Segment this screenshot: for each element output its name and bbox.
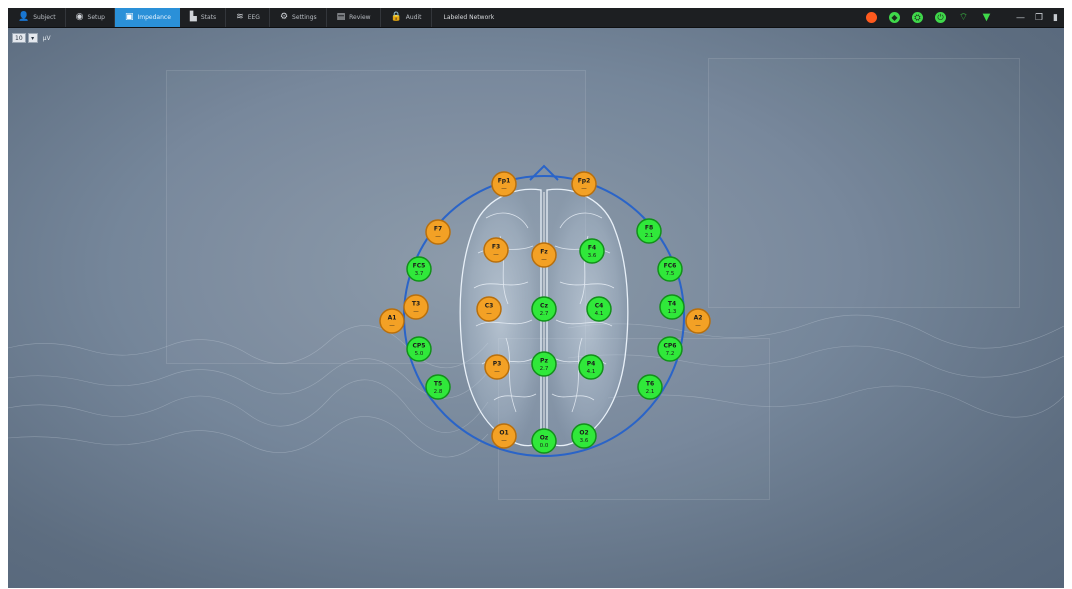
electrode-t5[interactable]: T52.8 — [425, 374, 451, 400]
electrode-impedance: 2.1 — [646, 389, 655, 395]
electrode-label: FC6 — [664, 263, 677, 270]
electrode-a1[interactable]: A1— — [379, 308, 405, 334]
electrode-c4[interactable]: C44.1 — [586, 296, 612, 322]
electrode-label: F7 — [434, 226, 442, 233]
electrode-label: T6 — [646, 381, 654, 388]
electrode-fc5[interactable]: FC53.7 — [406, 256, 432, 282]
electrode-label: C3 — [485, 303, 494, 310]
electrode-impedance: — — [389, 323, 395, 329]
electrode-label: Cz — [540, 303, 548, 310]
electrode-p4[interactable]: P44.1 — [578, 354, 604, 380]
electrode-impedance: — — [501, 438, 507, 444]
electrode-impedance: — — [493, 252, 499, 258]
electrode-c3[interactable]: C3— — [476, 296, 502, 322]
electrode-t6[interactable]: T62.1 — [637, 374, 663, 400]
electrode-montage: Fp1—Fp2—F7—F3— Fz—F43.6F82.1FC53.7FC67.5T… — [379, 164, 711, 457]
electrode-impedance: — — [413, 309, 419, 315]
electrode-t3[interactable]: T3— — [403, 294, 429, 320]
electrode-impedance: 4.1 — [587, 369, 596, 375]
electrode-f4[interactable]: F43.6 — [579, 238, 605, 264]
electrode-fz[interactable]: Fz— — [531, 242, 557, 268]
electrode-label: P3 — [493, 361, 502, 368]
electrode-impedance: 4.1 — [595, 311, 604, 317]
electrode-a2[interactable]: A2— — [685, 308, 711, 334]
electrode-t4[interactable]: T41.3 — [659, 294, 685, 320]
electrode-label: CP5 — [413, 343, 426, 350]
electrode-label: P4 — [587, 361, 596, 368]
electrode-pz[interactable]: Pz2.7 — [531, 351, 557, 377]
electrode-f3[interactable]: F3— — [483, 237, 509, 263]
electrode-label: O1 — [499, 430, 508, 437]
electrode-p3[interactable]: P3— — [484, 354, 510, 380]
electrode-label: A1 — [388, 315, 397, 322]
electrode-label: C4 — [595, 303, 604, 310]
electrode-oz[interactable]: Oz0.0 — [531, 428, 557, 454]
electrode-impedance: 1.3 — [668, 309, 677, 315]
electrode-impedance: — — [494, 369, 500, 375]
electrode-impedance: 3.6 — [580, 438, 589, 444]
electrode-impedance: 2.8 — [434, 389, 443, 395]
electrode-label: CP6 — [664, 343, 677, 350]
electrode-f8[interactable]: F82.1 — [636, 218, 662, 244]
electrode-cp6[interactable]: CP67.2 — [657, 336, 683, 362]
electrode-label: O2 — [579, 430, 588, 437]
app-window: 👤 Subject ◉ Setup ▣ Impedance ▙ Stats ≋ … — [8, 8, 1064, 588]
electrode-label: Fp1 — [498, 178, 511, 185]
electrode-label: F4 — [588, 245, 596, 252]
electrode-impedance: 5.0 — [415, 351, 424, 357]
electrode-impedance: 2.7 — [540, 366, 549, 372]
electrode-cz[interactable]: Cz2.7 — [531, 296, 557, 322]
electrode-impedance: 2.1 — [645, 233, 654, 239]
electrode-impedance: 2.7 — [540, 311, 549, 317]
electrode-fp1[interactable]: Fp1— — [491, 171, 517, 197]
electrode-label: Fp2 — [578, 178, 591, 185]
electrode-impedance: — — [695, 323, 701, 329]
electrode-impedance: 3.7 — [415, 271, 424, 277]
electrode-impedance: — — [435, 234, 441, 240]
electrode-impedance: — — [541, 257, 547, 263]
electrode-impedance: 7.5 — [666, 271, 675, 277]
electrode-label: F8 — [645, 225, 653, 232]
electrode-group: Fp1—Fp2—F7—F3— Fz—F43.6F82.1FC53.7FC67.5T… — [379, 171, 711, 454]
electrode-label: FC5 — [413, 263, 426, 270]
electrode-label: T5 — [434, 381, 442, 388]
electrode-cp5[interactable]: CP55.0 — [406, 336, 432, 362]
electrode-impedance: 3.6 — [588, 253, 597, 259]
electrode-o1[interactable]: O1— — [491, 423, 517, 449]
electrode-label: Oz — [540, 435, 549, 442]
electrode-label: Fz — [540, 249, 548, 256]
electrode-label: T4 — [668, 301, 676, 308]
electrode-fp2[interactable]: Fp2— — [571, 171, 597, 197]
electrode-impedance: — — [486, 311, 492, 317]
electrode-impedance: 7.2 — [666, 351, 675, 357]
electrode-fc6[interactable]: FC67.5 — [657, 256, 683, 282]
electrode-f7[interactable]: F7— — [425, 219, 451, 245]
electrode-impedance: 0.0 — [540, 443, 549, 449]
electrode-impedance: — — [501, 186, 507, 192]
electrode-label: F3 — [492, 244, 500, 251]
electrode-label: Pz — [540, 358, 548, 365]
electrode-o2[interactable]: O23.6 — [571, 423, 597, 449]
electrode-impedance: — — [581, 186, 587, 192]
electrode-label: A2 — [694, 315, 703, 322]
electrode-label: T3 — [412, 301, 420, 308]
